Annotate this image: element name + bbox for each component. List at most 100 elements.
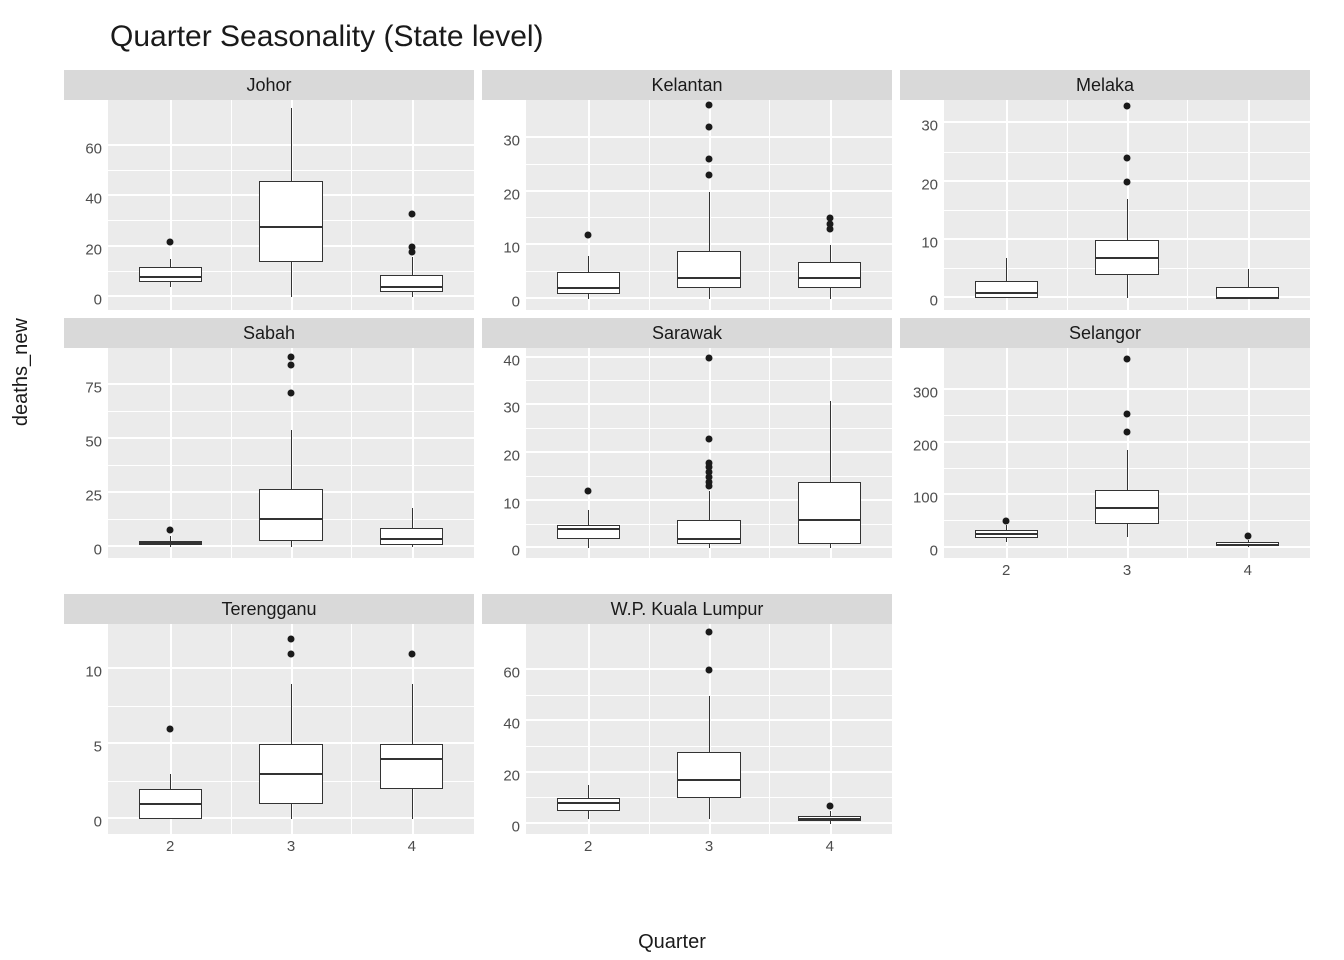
y-tick-label: 75	[85, 379, 102, 396]
outlier-point	[826, 215, 833, 222]
facet-sarawak: Sarawak010203040	[478, 318, 896, 566]
plot-panel	[108, 348, 474, 558]
y-axis: 0100200300	[900, 348, 944, 560]
y-tick-label: 10	[921, 235, 938, 252]
y-tick-label: 40	[85, 191, 102, 208]
facet-selangor: Selangor0100200300234	[896, 318, 1314, 594]
x-tick-label: 3	[287, 838, 295, 855]
x-tick-label: 4	[1244, 562, 1252, 579]
y-tick-label: 20	[921, 176, 938, 193]
y-axis: 0204060	[482, 624, 526, 836]
x-tick-label: 3	[705, 838, 713, 855]
outlier-point	[1124, 410, 1131, 417]
plot-panel	[526, 100, 892, 310]
outlier-point	[288, 636, 295, 643]
box	[677, 251, 740, 289]
plot-panel	[944, 100, 1310, 310]
outlier-point	[167, 726, 174, 733]
outlier-point	[826, 802, 833, 809]
x-axis: 234	[108, 836, 474, 864]
outlier-point	[706, 628, 713, 635]
outlier-point	[1124, 178, 1131, 185]
facet-strip: Kelantan	[482, 70, 892, 100]
facet-grid: Johor0204060Kelantan0102030Melaka0102030…	[60, 70, 1320, 920]
outlier-point	[167, 238, 174, 245]
outlier-point	[1124, 102, 1131, 109]
box	[557, 272, 620, 294]
outlier-point	[706, 102, 713, 109]
y-axis-label: deaths_new	[10, 318, 33, 426]
y-axis: 010203040	[482, 348, 526, 560]
plot-panel	[526, 348, 892, 558]
y-tick-label: 10	[503, 495, 520, 512]
box	[380, 528, 443, 545]
outlier-point	[408, 243, 415, 250]
facet-strip: Selangor	[900, 318, 1310, 348]
y-tick-label: 0	[930, 293, 938, 310]
outlier-point	[706, 172, 713, 179]
plot-panel	[526, 624, 892, 834]
facet-strip: Johor	[64, 70, 474, 100]
x-tick-label: 2	[584, 838, 592, 855]
outlier-point	[1124, 155, 1131, 162]
x-axis-label: Quarter	[638, 931, 706, 954]
y-tick-label: 10	[503, 240, 520, 257]
facet-w-p-kuala-lumpur: W.P. Kuala Lumpur0204060234	[478, 594, 896, 870]
box	[139, 267, 202, 282]
facet-strip: Sabah	[64, 318, 474, 348]
box	[557, 525, 620, 539]
x-tick-label: 4	[826, 838, 834, 855]
outlier-point	[288, 353, 295, 360]
facet-terengganu: Terengganu0510234	[60, 594, 478, 870]
y-tick-label: 40	[503, 352, 520, 369]
outlier-point	[706, 156, 713, 163]
box	[798, 482, 861, 544]
x-tick-label: 2	[1002, 562, 1010, 579]
y-axis: 0204060	[64, 100, 108, 312]
y-tick-label: 40	[503, 716, 520, 733]
facet-strip: W.P. Kuala Lumpur	[482, 594, 892, 624]
y-axis: 0510	[64, 624, 108, 836]
facet-strip: Melaka	[900, 70, 1310, 100]
x-tick-label: 2	[166, 838, 174, 855]
outlier-point	[706, 459, 713, 466]
plot-panel	[944, 348, 1310, 558]
outlier-point	[1244, 532, 1251, 539]
y-axis: 0102030	[482, 100, 526, 312]
box	[557, 798, 620, 811]
box	[380, 275, 443, 293]
facet-sabah: Sabah0255075	[60, 318, 478, 566]
figure: Quarter Seasonality (State level) deaths…	[0, 0, 1344, 960]
outlier-point	[585, 231, 592, 238]
y-tick-label: 0	[512, 818, 520, 835]
box	[380, 744, 443, 789]
outlier-point	[585, 488, 592, 495]
y-tick-label: 0	[930, 542, 938, 559]
box	[798, 262, 861, 289]
y-tick-label: 20	[503, 448, 520, 465]
outlier-point	[288, 362, 295, 369]
facet-melaka: Melaka0102030	[896, 70, 1314, 318]
chart-title: Quarter Seasonality (State level)	[110, 20, 1344, 54]
outlier-point	[1003, 518, 1010, 525]
box	[975, 281, 1038, 299]
y-tick-label: 200	[913, 437, 938, 454]
y-tick-label: 0	[94, 542, 102, 559]
y-tick-label: 60	[503, 665, 520, 682]
plot-panel	[108, 624, 474, 834]
y-tick-label: 25	[85, 488, 102, 505]
plot-panel	[108, 100, 474, 310]
y-tick-label: 0	[94, 814, 102, 831]
y-tick-label: 300	[913, 385, 938, 402]
x-axis: 234	[944, 560, 1310, 588]
y-tick-label: 30	[503, 400, 520, 417]
outlier-point	[706, 435, 713, 442]
y-tick-label: 10	[85, 664, 102, 681]
box	[677, 520, 740, 544]
y-tick-label: 20	[503, 186, 520, 203]
y-tick-label: 0	[94, 292, 102, 309]
outlier-point	[288, 651, 295, 658]
outlier-point	[706, 123, 713, 130]
y-tick-label: 30	[503, 132, 520, 149]
facet-strip: Sarawak	[482, 318, 892, 348]
